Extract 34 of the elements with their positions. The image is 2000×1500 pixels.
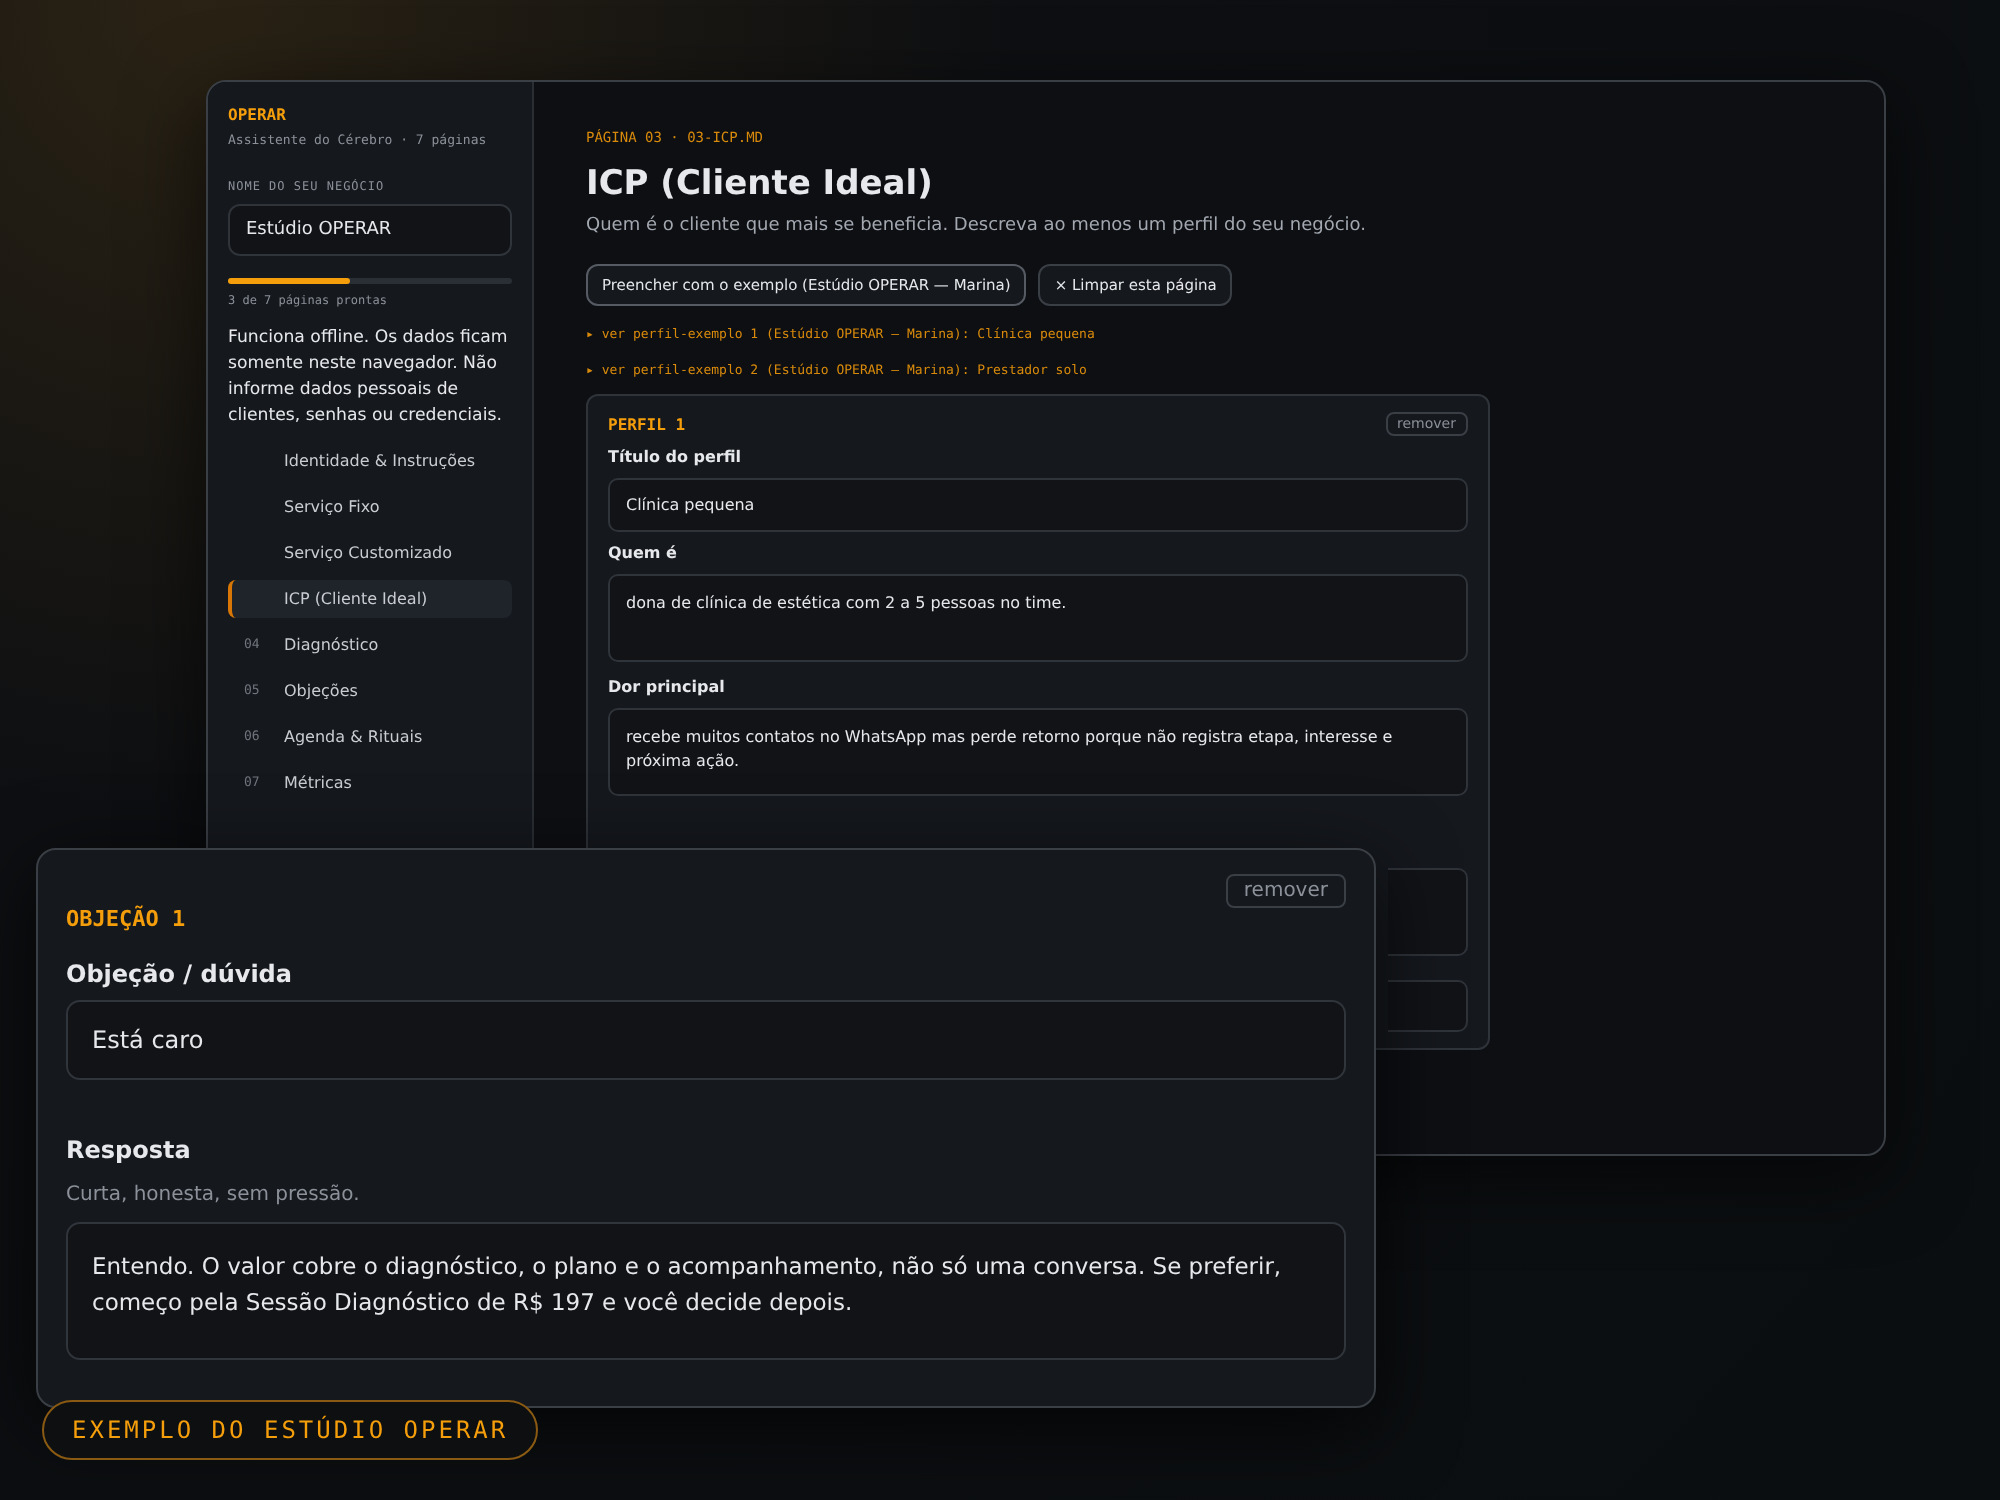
text-area[interactable]: [1388, 868, 1468, 956]
nav-label: Agenda & Rituais: [284, 727, 423, 746]
example-badge: EXEMPLO DO ESTÚDIO OPERAR: [42, 1400, 539, 1460]
nav-label: Serviço Customizado: [284, 543, 453, 562]
card-heading: OBJEÇÃO 1: [66, 906, 186, 932]
nav-label: Objeções: [284, 681, 358, 700]
page-description: Quem é o cliente que mais se beneficia. Descreva ao menos um perfil do seu negócio.: [586, 216, 1369, 236]
nav-item[interactable]: Identidade & Instruções: [228, 441, 512, 480]
text-area[interactable]: dona de clínica de estética com 2 a 5 pessoas no time.: [608, 574, 1468, 662]
field-label: Objeção / dúvida: [66, 960, 294, 988]
nav-item[interactable]: ICP (Cliente Ideal): [228, 579, 512, 618]
nav-item[interactable]: Serviço Customizado: [228, 533, 512, 572]
field-hint: Curta, honesta, sem pressão.: [66, 1184, 362, 1206]
nav-item[interactable]: Serviço Fixo: [228, 487, 512, 526]
field-label: Título do perfil: [608, 448, 744, 466]
nav-label: Serviço Fixo: [284, 497, 380, 516]
offline-notice: Funciona offline. Os dados ficam somente neste navegador. Não informe dados pessoais de clientes, senhas ou credenciais.: [228, 326, 510, 430]
field-label: Dor principal: [608, 678, 727, 696]
page-title: ICP (Cliente Ideal): [586, 164, 935, 204]
nav-label: Diagnóstico: [284, 635, 379, 654]
input-field[interactable]: [1388, 980, 1468, 1032]
nav-label: Métricas: [284, 773, 352, 792]
nav-label: ICP (Cliente Ideal): [284, 589, 428, 608]
input-field[interactable]: Clínica pequena: [608, 478, 1468, 532]
brand-name: OPERAR: [228, 106, 288, 124]
text-area[interactable]: Entendo. O valor cobre o diagnóstico, o plano e o acompanhamento, não só uma conversa. Se preferir, começo pela Sessão Diagnóstico de R$ 197 e você decide depois.: [66, 1222, 1346, 1360]
input-field[interactable]: Está caro: [66, 1000, 1346, 1080]
remove-button[interactable]: remover: [1225, 874, 1346, 908]
text-area[interactable]: recebe muitos contatos no WhatsApp mas perde retorno porque não registra etapa, interesse e próxima ação.: [608, 708, 1468, 796]
field-label: Resposta: [66, 1136, 193, 1164]
card-heading: PERFIL 1: [608, 415, 686, 433]
nav-label: Identidade & Instruções: [284, 451, 476, 470]
business-name-field[interactable]: Estúdio OPERAR: [228, 204, 512, 256]
field-label: Quem é: [608, 544, 679, 562]
